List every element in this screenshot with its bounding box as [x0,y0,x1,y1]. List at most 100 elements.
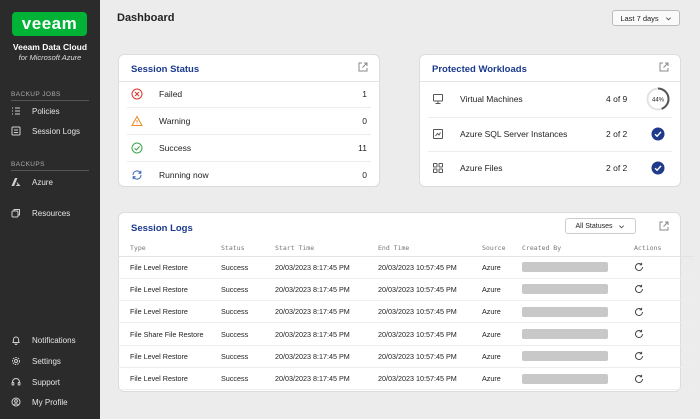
log-status-cell: Success [209,367,263,391]
log-actions-cell [622,256,694,279]
sidebar-divider [11,170,89,171]
log-status-cell: Success [209,278,263,302]
log-start-time-cell: 20/03/2023 8:17:45 PM [263,278,366,302]
log-actions-cell [622,345,694,368]
log-end-time-cell: 20/03/2023 10:57:45 PM [366,367,470,391]
product-name: Veeam Data Cloud [12,42,88,52]
session-logs-icon [11,126,21,136]
status-row-running: Running now 0 [131,162,367,188]
log-source-cell: Azure [470,256,510,279]
workload-label: Virtual Machines [460,94,523,104]
redacted-creator-placeholder [522,329,608,340]
sidebar-item-label: Notifications [32,335,76,345]
log-actions-cell [622,367,694,391]
sidebar-item-label: Session Logs [32,126,81,136]
refresh-icon[interactable] [634,307,644,317]
protected-workloads-card: Protected Workloads Virtual Machines 4 o… [419,54,681,187]
column-header-status[interactable]: Status [209,240,263,257]
column-header-type[interactable]: Type [118,240,209,257]
status-row-warning: Warning 0 [131,108,367,134]
log-source-cell: Azure [470,367,510,391]
table-row[interactable]: File Level Restore Success 20/03/2023 8:17… [118,345,694,368]
redacted-creator-placeholder [522,306,608,317]
log-type-cell: File Share File Restore [118,322,209,346]
external-link-icon[interactable] [658,220,670,232]
running-icon [132,170,142,180]
refresh-icon[interactable] [634,374,644,384]
log-end-time-cell: 20/03/2023 10:57:45 PM [366,322,470,346]
policies-icon [11,106,21,116]
sidebar-item-my-profile[interactable]: My Profile [11,394,68,410]
log-actions-cell [622,278,694,302]
log-start-time-cell: 20/03/2023 8:17:45 PM [263,367,366,391]
status-label: Failed [159,89,183,99]
log-end-time-cell: 20/03/2023 10:57:45 PM [366,345,470,368]
azure-icon [11,177,21,187]
table-row[interactable]: File Level Restore Success 20/03/2023 8:17… [118,256,694,279]
log-status-cell: Success [209,300,263,324]
protected-workloads-title: Protected Workloads [432,64,527,75]
sidebar-item-notifications[interactable]: Notifications [11,332,76,348]
progress-percent-label: 44% [652,97,665,103]
status-label: Success [159,143,192,153]
status-count: 0 [362,170,367,180]
sidebar-item-label: Policies [32,106,60,116]
sidebar-item-policies[interactable]: Policies [11,103,60,119]
sidebar-item-support[interactable]: Support [11,374,60,390]
bell-icon [11,335,21,345]
refresh-icon[interactable] [634,262,644,272]
status-count: 1 [362,89,367,99]
resources-icon [11,208,21,218]
sidebar-item-label: Support [32,377,61,387]
backups-heading: BACKUPS [11,161,45,168]
workload-label: Azure Files [460,163,503,173]
sidebar-item-label: Settings [32,356,61,366]
sidebar-item-label: My Profile [32,397,68,407]
table-row[interactable]: File Share File Restore Success 20/03/2023… [118,322,694,346]
table-row[interactable]: File Level Restore Success 20/03/2023 8:17… [118,300,694,324]
log-status-cell: Success [209,345,263,368]
external-link-icon[interactable] [658,61,670,73]
sidebar-divider [11,100,89,101]
refresh-icon[interactable] [634,351,644,361]
refresh-icon[interactable] [634,284,644,294]
table-row[interactable]: File Level Restore Success 20/03/2023 8:17… [118,278,694,302]
status-filter-value: All Statuses [575,222,613,230]
table-row[interactable]: File Level Restore Success 20/03/2023 8:17… [118,367,694,391]
chevron-down-icon [665,16,671,20]
log-start-time-cell: 20/03/2023 8:17:45 PM [263,345,366,368]
sidebar-item-settings[interactable]: Settings [11,353,61,369]
status-filter-select[interactable]: All Statuses [565,218,636,234]
column-header-start-time[interactable]: Start Time [263,240,366,257]
log-status-cell: Success [209,256,263,279]
sidebar-item-session-logs[interactable]: Session Logs [11,123,80,139]
column-header-end-time[interactable]: End Time [366,240,470,257]
sidebar-item-azure[interactable]: Azure [11,174,53,190]
log-created-by-cell [510,322,622,346]
sidebar: veeam Veeam Data Cloud for Microsoft Azu… [0,0,100,419]
success-icon [131,142,143,154]
log-created-by-cell [510,367,622,391]
log-source-cell: Azure [470,300,510,324]
log-type-cell: File Level Restore [118,300,209,324]
chevron-down-icon [619,224,625,228]
date-range-select[interactable]: Last 7 days [612,10,680,26]
status-label: Warning [159,116,191,126]
log-end-time-cell: 20/03/2023 10:57:45 PM [366,300,470,324]
veeam-logo[interactable]: veeam [12,12,87,36]
workload-count: 4 of 9 [606,94,628,104]
sidebar-item-resources[interactable]: Resources [11,205,70,221]
column-header-created-by[interactable]: Created By [510,240,622,257]
warning-icon [131,115,143,126]
external-link-icon[interactable] [357,61,369,73]
log-start-time-cell: 20/03/2023 8:17:45 PM [263,322,366,346]
status-row-success: Success 11 [131,135,367,161]
log-source-cell: Azure [470,278,510,302]
log-type-cell: File Level Restore [118,345,209,368]
sidebar-item-label: Resources [32,208,71,218]
column-header-source[interactable]: Source [470,240,510,257]
refresh-icon[interactable] [634,329,644,339]
redacted-creator-placeholder [522,262,608,273]
product-subtitle: for Microsoft Azure [18,53,82,62]
workload-label: Azure SQL Server Instances [460,129,568,139]
